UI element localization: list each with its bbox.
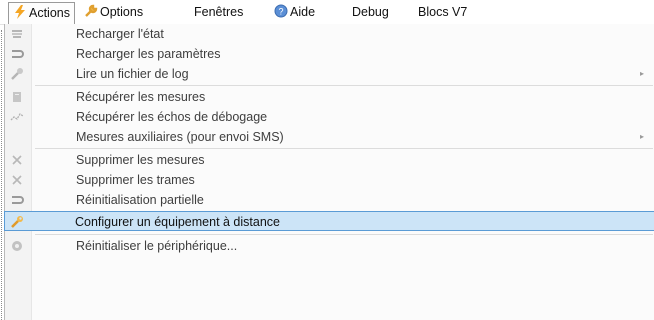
menu-item-label: Récupérer les échos de débogage — [76, 110, 268, 124]
menu-item-label: Mesures auxiliaires (pour envoi SMS) — [76, 130, 284, 144]
menu-item-label: Lire un fichier de log — [76, 67, 189, 81]
menu-actions-label: Actions — [29, 6, 70, 20]
menu-item-recharger-parametres[interactable]: Recharger les paramètres — [5, 44, 654, 64]
menu-item-supprimer-trames[interactable]: Supprimer les trames — [5, 170, 654, 190]
menu-item-label: Recharger l'état — [76, 27, 164, 41]
lightning-icon — [15, 5, 25, 19]
delete-x-icon — [12, 155, 22, 165]
menu-item-mesures-auxiliaires[interactable]: Mesures auxiliaires (pour envoi SMS) ▸ — [5, 127, 654, 147]
menu-item-label: Réinitialisation partielle — [76, 193, 204, 207]
menu-blocs-v7-label: Blocs V7 — [418, 5, 468, 19]
menu-item-label: Récupérer les mesures — [76, 90, 206, 104]
delete-x-icon — [12, 175, 22, 185]
submenu-arrow-icon: ▸ — [640, 132, 645, 141]
menu-item-supprimer-mesures[interactable]: Supprimer les mesures — [5, 150, 654, 170]
wrench-gray-icon — [11, 68, 23, 80]
menu-item-recharger-etat[interactable]: Recharger l'état — [5, 24, 654, 44]
menu-item-recuperer-mesures[interactable]: Récupérer les mesures — [5, 87, 654, 107]
menu-actions[interactable]: Actions — [8, 2, 75, 24]
menu-separator — [35, 234, 653, 235]
partial-reset-icon — [12, 196, 24, 204]
menu-item-reinitialiser-peripherique[interactable]: Réinitialiser le périphérique... — [5, 236, 654, 256]
menu-item-recuperer-echos-debogage[interactable]: Récupérer les échos de débogage — [5, 107, 654, 127]
reload-params-icon — [12, 50, 24, 58]
menu-separator — [35, 85, 653, 86]
menu-item-label: Configurer un équipement à distance — [75, 215, 280, 229]
menu-debug-label: Debug — [352, 5, 389, 19]
menu-fenetres-label: Fenêtres — [194, 5, 244, 19]
menu-item-label: Supprimer les mesures — [76, 153, 205, 167]
debug-echo-icon — [10, 113, 24, 121]
wrench-icon — [85, 4, 98, 17]
menu-debug[interactable]: Debug — [348, 3, 393, 21]
menu-options[interactable]: Options — [80, 3, 147, 21]
menu-aide[interactable]: ? Aide — [270, 3, 319, 21]
reload-state-icon — [12, 30, 22, 38]
menu-item-label: Recharger les paramètres — [76, 47, 221, 61]
menu-separator — [35, 148, 653, 149]
reset-device-icon — [12, 241, 22, 251]
menu-item-configurer-equipement-distance[interactable]: Configurer un équipement à distance — [4, 211, 654, 231]
submenu-arrow-icon: ▸ — [640, 69, 645, 78]
menu-fenetres[interactable]: Fenêtres — [190, 3, 247, 21]
menu-item-lire-fichier-log[interactable]: Lire un fichier de log ▸ — [5, 64, 654, 84]
menu-item-reinitialisation-partielle[interactable]: Réinitialisation partielle — [5, 190, 654, 210]
svg-text:?: ? — [278, 7, 283, 17]
window-edge — [1, 30, 3, 320]
menu-blocs-v7[interactable]: Blocs V7 — [414, 3, 471, 21]
help-globe-icon: ? — [274, 4, 288, 18]
menu-item-label: Réinitialiser le périphérique... — [76, 239, 238, 253]
menu-bar: Actions Options Fenêtres ? Aide Debug Bl… — [0, 0, 654, 25]
actions-dropdown-menu: Recharger l'état Recharger les paramètre… — [4, 24, 654, 320]
menu-aide-label: Aide — [290, 5, 316, 19]
menu-item-label: Supprimer les trames — [76, 173, 195, 187]
menu-options-label: Options — [100, 5, 144, 19]
retrieve-measures-icon — [13, 92, 21, 102]
wrench-icon — [11, 216, 23, 228]
